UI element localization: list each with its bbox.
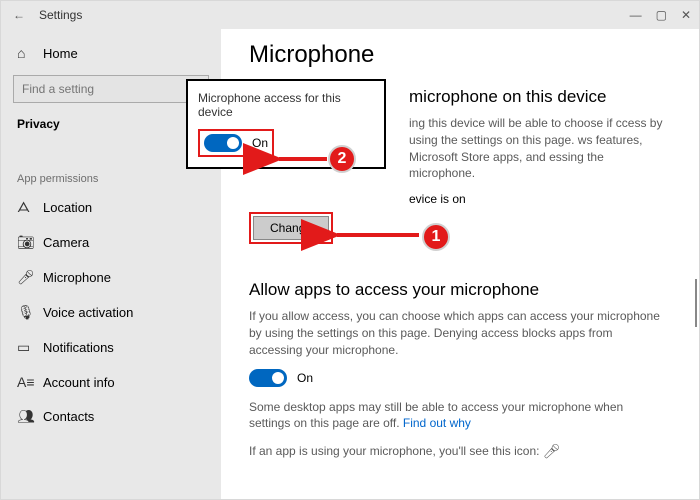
sidebar-item-label: Notifications (43, 340, 114, 355)
location-icon: ᗋ (17, 199, 33, 216)
sidebar-item-label: Voice activation (43, 305, 133, 320)
sidebar-item-label: Account info (43, 375, 115, 390)
change-button[interactable]: Change (253, 216, 329, 240)
sidebar-item-notifications[interactable]: ▭ Notifications (1, 331, 221, 364)
annotation-highlight-change: Change (249, 212, 333, 244)
page-title: Microphone (249, 41, 667, 69)
device-access-status: evice is on (409, 192, 667, 206)
voice-activation-icon: 🎙︎ (17, 304, 33, 321)
annotation-highlight-toggle: On (198, 129, 274, 157)
scrollbar[interactable] (695, 279, 697, 327)
home-icon: ⌂ (17, 45, 33, 61)
section2-title: Allow apps to access your microphone (249, 280, 667, 300)
camera-icon: 📷︎ (17, 234, 33, 251)
section1-title: microphone on this device (409, 87, 667, 107)
sidebar-item-label: Microphone (43, 270, 111, 285)
annotation-badge-1: 1 (422, 223, 450, 251)
maximize-button[interactable]: ▢ (656, 6, 667, 24)
sidebar-item-camera[interactable]: 📷︎ Camera (1, 226, 221, 259)
sidebar-item-label: Contacts (43, 409, 94, 424)
sidebar-item-account-info[interactable]: A≡ Account info (1, 366, 221, 398)
sidebar-item-label: Home (43, 46, 78, 61)
sidebar-search[interactable] (13, 75, 209, 103)
notifications-icon: ▭ (17, 339, 33, 356)
device-access-toggle-label: On (252, 136, 268, 150)
device-access-toggle[interactable] (204, 134, 242, 152)
search-input[interactable] (13, 75, 209, 103)
sidebar-item-contacts[interactable]: 👥︎ Contacts (1, 400, 221, 433)
find-out-why-link[interactable]: Find out why (403, 416, 471, 430)
titlebar: ← Settings — ▢ ✕ (1, 1, 699, 29)
section1-description: ing this device will be able to choose i… (409, 115, 667, 182)
sidebar-item-voice-activation[interactable]: 🎙︎ Voice activation (1, 296, 221, 329)
current-use-note: If an app is using your microphone, you'… (249, 442, 667, 462)
sidebar-item-label: Location (43, 200, 92, 215)
account-info-icon: A≡ (17, 374, 33, 390)
back-icon[interactable]: ← (9, 8, 29, 22)
popup-title: Microphone access for this device (198, 91, 374, 119)
sidebar-item-label: Camera (43, 235, 89, 250)
sidebar-item-location[interactable]: ᗋ Location (1, 191, 221, 224)
apps-access-toggle-label: On (297, 371, 313, 385)
annotation-badge-2: 2 (328, 145, 356, 173)
window-title: Settings (39, 8, 630, 22)
sidebar-item-microphone[interactable]: 🎤︎ Microphone (1, 261, 221, 294)
microphone-inline-icon: 🎤︎ (543, 442, 561, 462)
apps-access-toggle-row: On (249, 369, 667, 387)
apps-access-toggle[interactable] (249, 369, 287, 387)
contacts-icon: 👥︎ (17, 408, 33, 425)
sidebar-item-home[interactable]: ⌂ Home (1, 37, 221, 69)
minimize-button[interactable]: — (630, 6, 642, 24)
section2-description: If you allow access, you can choose whic… (249, 308, 667, 358)
desktop-apps-note: Some desktop apps may still be able to a… (249, 399, 667, 433)
annotation-arrow-2 (271, 151, 331, 170)
microphone-icon: 🎤︎ (17, 269, 33, 286)
annotation-arrow-1 (329, 227, 423, 246)
close-button[interactable]: ✕ (681, 6, 691, 24)
